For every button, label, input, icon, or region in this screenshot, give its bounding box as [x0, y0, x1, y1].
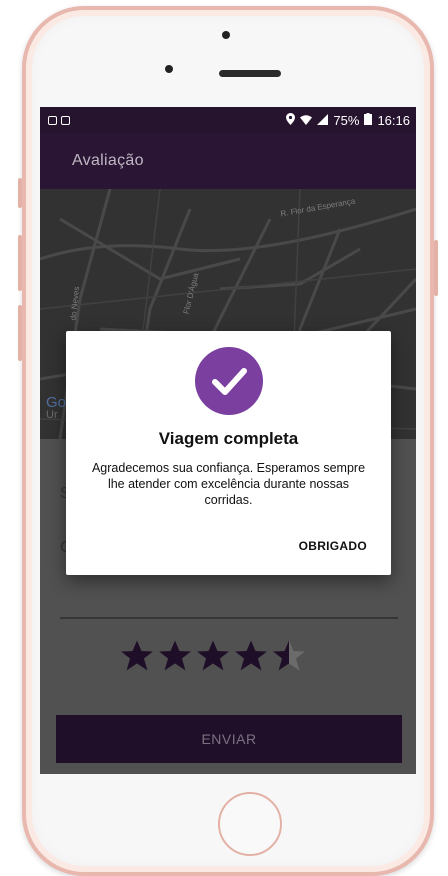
dialog-title: Viagem completa: [158, 429, 299, 448]
phone-power-button: [434, 240, 438, 296]
page-title: Avaliação: [72, 152, 144, 169]
sensor-dot: [165, 65, 173, 73]
app-screen: 75% 16:16 Avaliação R. Flor da Esperança…: [40, 107, 416, 774]
notification-icon: [48, 115, 57, 125]
front-camera: [222, 31, 230, 39]
thanks-button[interactable]: OBRIGADO: [299, 539, 367, 553]
battery-icon: [364, 112, 373, 128]
phone-volume-down: [18, 305, 22, 361]
app-bar: Avaliação: [40, 133, 416, 189]
location-icon: [286, 112, 296, 128]
phone-side-button: [18, 178, 22, 208]
clock: 16:16: [377, 112, 410, 128]
battery-percent: 75%: [333, 112, 360, 128]
dialog-message: Agradecemos sua confiança. Esperamos sem…: [91, 461, 366, 507]
gallery-icon: [61, 115, 70, 125]
checkmark-icon: [195, 347, 263, 415]
home-button[interactable]: [218, 792, 282, 856]
wifi-icon: [300, 113, 313, 128]
signal-icon: [317, 113, 329, 128]
phone-volume-up: [18, 235, 22, 291]
status-bar: 75% 16:16: [40, 107, 416, 133]
trip-complete-dialog: Viagem completa Agradecemos sua confianç…: [66, 331, 391, 575]
earpiece-speaker: [219, 70, 281, 77]
